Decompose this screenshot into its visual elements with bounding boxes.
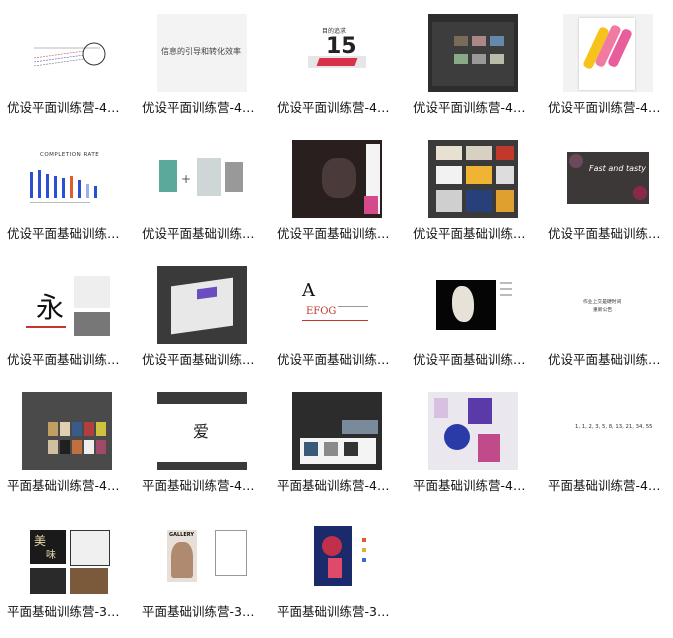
file-tile[interactable]: 优设平面基础训练…	[135, 266, 265, 386]
file-tile[interactable]: 作业上交是硬时间 重新公告 优设平面基础训练…	[541, 266, 671, 386]
file-tile[interactable]: 永 优设平面基础训练…	[0, 266, 130, 386]
thumb-text: 美	[34, 534, 47, 548]
file-thumbnail[interactable]: 目的追求 15	[292, 14, 382, 92]
thumb-text: 永	[36, 291, 65, 324]
file-tile[interactable]: 优设平面基础训练…	[406, 266, 536, 386]
thumb-text-secondary: 味	[46, 550, 56, 561]
file-tile[interactable]: A EFOG 优设平面基础训练…	[270, 266, 400, 386]
file-tile[interactable]: COMPLETION RATE 优设平面基础训练…	[0, 140, 130, 260]
file-name: 优设平面训练营-4…	[548, 100, 661, 115]
file-thumbnail[interactable]	[292, 392, 382, 470]
file-name: 优设平面基础训练…	[142, 226, 255, 241]
file-name: 优设平面基础训练…	[413, 352, 526, 367]
file-thumbnail[interactable]: A EFOG	[292, 266, 382, 344]
file-name: 优设平面训练营-4…	[413, 100, 526, 115]
thumb-text: 作业上交是硬时间	[583, 300, 622, 305]
file-thumbnail[interactable]	[157, 266, 247, 344]
file-thumbnail[interactable]	[22, 392, 112, 470]
file-name: 平面基础训练营-4…	[548, 478, 661, 493]
file-thumbnail[interactable]	[428, 14, 518, 92]
file-name: 平面基础训练营-4…	[413, 478, 526, 493]
file-thumbnail[interactable]	[22, 14, 112, 92]
file-name: 平面基础训练营-3…	[142, 604, 255, 619]
file-name: 优设平面基础训练…	[277, 226, 390, 241]
file-name: 优设平面基础训练…	[7, 226, 120, 241]
file-name: 平面基础训练营-4…	[7, 478, 120, 493]
file-thumbnail[interactable]: 永	[22, 266, 112, 344]
file-tile[interactable]: 平面基础训练营-4…	[0, 392, 130, 512]
portrait-icon	[171, 542, 193, 578]
plus-icon: +	[181, 172, 192, 186]
file-name: 优设平面训练营-4…	[277, 100, 390, 115]
file-tile[interactable]: 平面基础训练营-4…	[406, 392, 536, 512]
file-thumbnail[interactable]: +	[157, 140, 247, 218]
file-tile[interactable]: 美 味 平面基础训练营-3…	[0, 518, 130, 638]
lens-diagram-icon	[33, 42, 106, 67]
thumb-text: 爱	[193, 422, 210, 441]
file-name: 平面基础训练营-4…	[142, 478, 255, 493]
file-thumbnail[interactable]	[292, 140, 382, 218]
file-thumbnail[interactable]	[428, 392, 518, 470]
file-tile[interactable]: 爱 平面基础训练营-4…	[135, 392, 265, 512]
file-tile[interactable]: 优设平面基础训练…	[406, 140, 536, 260]
file-tile[interactable]: + 优设平面基础训练…	[135, 140, 265, 260]
file-tile[interactable]: 优设平面训练营-4…	[0, 14, 130, 134]
file-thumbnail[interactable]: 美 味	[22, 518, 112, 596]
shoe-shape-icon	[316, 58, 358, 66]
file-thumbnail[interactable]: Fast and tasty	[563, 140, 653, 218]
file-thumbnail[interactable]: 爱	[157, 392, 247, 470]
file-thumbnail[interactable]	[428, 140, 518, 218]
file-tile[interactable]: 优设平面训练营-4…	[406, 14, 536, 134]
file-name: 优设平面基础训练…	[413, 226, 526, 241]
thumb-text: 信息的引导和转化效率	[161, 47, 241, 56]
file-tile[interactable]: 1, 1, 2, 3, 5, 8, 13, 21, 34, 55 平面基础训练营…	[541, 392, 671, 512]
thumb-text-secondary: 重新公告	[593, 308, 613, 313]
file-thumbnail[interactable]	[563, 14, 653, 92]
file-grid: 优设平面训练营-4… 信息的引导和转化效率 优设平面训练营-4… 目的追求 15…	[0, 0, 673, 624]
file-tile[interactable]: 平面基础训练营-3…	[270, 518, 400, 638]
file-thumbnail[interactable]: GALLERY	[157, 518, 247, 596]
file-name: 平面基础训练营-4…	[277, 478, 390, 493]
file-tile[interactable]: GALLERY 平面基础训练营-3…	[135, 518, 265, 638]
thumb-text: COMPLETION RATE	[40, 152, 100, 158]
file-thumbnail[interactable]: 作业上交是硬时间 重新公告	[563, 266, 653, 344]
file-name: 优设平面基础训练…	[548, 226, 661, 241]
file-tile[interactable]: Fast and tasty 优设平面基础训练…	[541, 140, 671, 260]
file-tile[interactable]: 平面基础训练营-4…	[270, 392, 400, 512]
thumb-text: GALLERY	[169, 532, 194, 538]
file-tile[interactable]: 优设平面基础训练…	[270, 140, 400, 260]
file-thumbnail[interactable]: 1, 1, 2, 3, 5, 8, 13, 21, 34, 55	[563, 392, 653, 470]
file-tile[interactable]: 信息的引导和转化效率 优设平面训练营-4…	[135, 14, 265, 134]
file-thumbnail[interactable]: 信息的引导和转化效率	[157, 14, 247, 92]
file-name: 优设平面基础训练…	[7, 352, 120, 367]
file-name: 优设平面训练营-4…	[142, 100, 255, 115]
file-thumbnail[interactable]: COMPLETION RATE	[22, 140, 112, 218]
file-tile[interactable]: 优设平面训练营-4…	[541, 14, 671, 134]
file-tile[interactable]: 目的追求 15 优设平面训练营-4…	[270, 14, 400, 134]
thumb-text-secondary: EFOG	[306, 306, 337, 317]
file-name: 优设平面基础训练…	[548, 352, 661, 367]
file-name: 平面基础训练营-3…	[277, 604, 390, 619]
file-name: 优设平面训练营-4…	[7, 100, 120, 115]
thumb-text: Fast and tasty	[589, 164, 647, 173]
file-thumbnail[interactable]	[428, 266, 518, 344]
file-name: 优设平面基础训练…	[142, 352, 255, 367]
thumb-text: 1, 1, 2, 3, 5, 8, 13, 21, 34, 55	[575, 424, 653, 430]
file-name: 平面基础训练营-3…	[7, 604, 120, 619]
file-name: 优设平面基础训练…	[277, 352, 390, 367]
thumb-text: A	[302, 280, 315, 301]
sculpture-icon	[452, 286, 474, 322]
file-thumbnail[interactable]	[292, 518, 382, 596]
